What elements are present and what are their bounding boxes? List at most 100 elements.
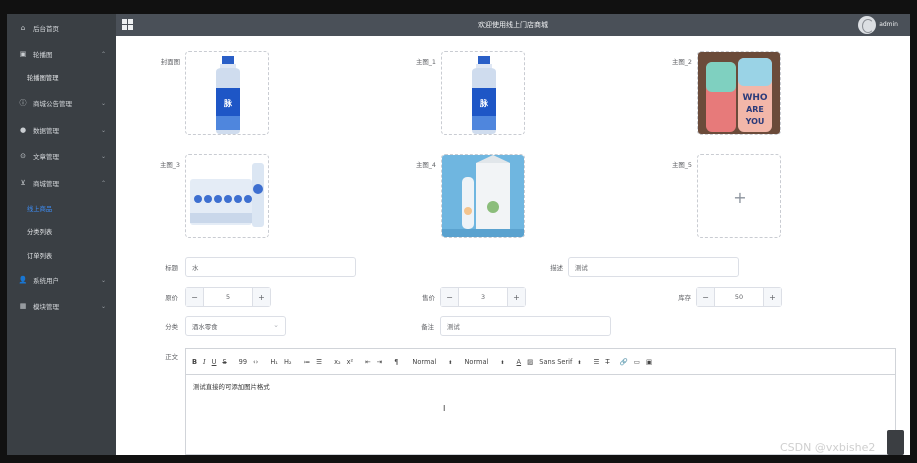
- bullet-list-button[interactable]: ☰: [316, 358, 322, 366]
- direction-button[interactable]: ¶: [394, 358, 398, 366]
- font-picker-value: Sans Serif: [539, 357, 573, 366]
- sale-value[interactable]: 3: [459, 293, 507, 301]
- chevron-down-icon: ⌄: [100, 126, 106, 134]
- main3-label: 主图_3: [159, 161, 180, 169]
- sidebar-subitem-categories[interactable]: 分类列表: [7, 220, 116, 242]
- font-picker[interactable]: Sans Serif ⬍: [539, 358, 581, 366]
- stock-value[interactable]: 50: [715, 293, 763, 301]
- remark-label: 备注: [421, 323, 434, 331]
- decrement-button[interactable]: −: [697, 288, 715, 306]
- bold-button[interactable]: B: [192, 358, 197, 366]
- image-icon: ▣: [19, 50, 27, 58]
- remark-input[interactable]: 测试: [440, 316, 611, 336]
- plus-icon: +: [733, 187, 747, 207]
- main1-label: 主图_1: [415, 58, 436, 66]
- code-button[interactable]: ‹›: [253, 358, 258, 366]
- sidebar-item-mall[interactable]: ⊻ 商城管理 ⌃: [7, 171, 116, 195]
- price-value[interactable]: 5: [204, 293, 252, 301]
- chevron-down-icon: ⌄: [100, 152, 106, 160]
- increment-button[interactable]: +: [252, 288, 270, 306]
- size-picker-value: Normal: [464, 357, 489, 366]
- main3-upload[interactable]: [185, 154, 269, 238]
- h1-button[interactable]: H₁: [270, 358, 278, 366]
- decrement-button[interactable]: −: [441, 288, 459, 306]
- username[interactable]: admin: [879, 21, 898, 28]
- decrement-button[interactable]: −: [186, 288, 204, 306]
- sidebar-item-modules[interactable]: ▦ 模块管理 ⌄: [7, 294, 116, 318]
- main2-label: 主图_2: [671, 58, 692, 66]
- video-icon[interactable]: ▣: [646, 358, 652, 366]
- stock-stepper[interactable]: − 50 +: [696, 287, 782, 307]
- price-stepper[interactable]: − 5 +: [185, 287, 271, 307]
- water-bottle-image: 脉: [216, 56, 240, 134]
- editor-toolbar: B I U S 99 ‹› H₁ H₂ ≔ ☰ x₂ x² ⇤ ⇥ ¶ Norm…: [186, 349, 895, 375]
- cover-label: 封面图: [160, 58, 180, 66]
- increment-button[interactable]: +: [507, 288, 525, 306]
- price-label: 原价: [165, 294, 178, 302]
- outdent-button[interactable]: ⇤: [365, 358, 371, 366]
- main4-label: 主图_4: [415, 161, 436, 169]
- italic-button[interactable]: I: [203, 358, 206, 366]
- image-icon[interactable]: ▭: [634, 358, 640, 366]
- quote-button[interactable]: 99: [239, 358, 247, 366]
- cover-upload[interactable]: 脉: [185, 51, 269, 135]
- desc-label: 描述: [550, 264, 563, 272]
- sidebar-subitem-carousel-manage[interactable]: 轮播图管理: [7, 66, 116, 88]
- sidebar: ⌂ 后台首页 ▣ 轮播图 ⌃ 轮播图管理 ⓘ 商城公告管理 ⌄ ● 数据管理 ⌄…: [7, 14, 116, 455]
- category-select[interactable]: 酒水零食 ⌄: [185, 316, 286, 336]
- stock-label: 库存: [678, 294, 691, 302]
- clean-format-button[interactable]: T̶: [605, 358, 609, 366]
- highlight-button[interactable]: ▨: [527, 358, 533, 366]
- ordered-list-button[interactable]: ≔: [304, 358, 311, 366]
- watermark: CSDN @vxbishe2: [780, 441, 876, 454]
- chevron-down-icon: ⌄: [100, 276, 106, 284]
- sidebar-item-users[interactable]: 👤 系统用户 ⌄: [7, 268, 116, 292]
- indent-button[interactable]: ⇥: [377, 358, 383, 366]
- content-label: 正文: [165, 353, 178, 361]
- product-form: 封面图 脉 主图_1 脉 主图_2 WHO ARE YOU 主图_3 主图_4 …: [116, 36, 910, 455]
- main4-upload[interactable]: [441, 154, 525, 238]
- sidebar-item-article[interactable]: ⊙ 文章管理 ⌄: [7, 144, 116, 168]
- h2-button[interactable]: H₂: [284, 358, 292, 366]
- title-input[interactable]: 水: [185, 257, 356, 277]
- sidebar-item-label: 轮播图: [33, 51, 53, 59]
- main5-upload[interactable]: +: [697, 154, 781, 238]
- svg-text:WHO: WHO: [742, 93, 767, 103]
- sidebar-subitem-label: 线上商品: [27, 205, 53, 213]
- colorful-bottles-image: WHO ARE YOU: [698, 52, 780, 134]
- size-picker[interactable]: Normal ⬍: [464, 358, 504, 366]
- water-bottle-image: 脉: [472, 56, 496, 134]
- sale-stepper[interactable]: − 3 +: [440, 287, 526, 307]
- sidebar-item-label: 模块管理: [33, 303, 59, 311]
- milk-carton-image: [442, 155, 524, 237]
- header-picker[interactable]: Normal ⬍: [412, 358, 452, 366]
- editor-content[interactable]: 测试直接的可添加图片格式: [193, 382, 270, 391]
- font-color-button[interactable]: A: [517, 358, 522, 366]
- sidebar-item-notice[interactable]: ⓘ 商城公告管理 ⌄: [7, 91, 116, 115]
- chevron-down-icon: ⌄: [100, 99, 106, 107]
- increment-button[interactable]: +: [763, 288, 781, 306]
- link-icon[interactable]: 🔗: [620, 358, 628, 366]
- sidebar-subitem-products[interactable]: 线上商品: [7, 197, 116, 219]
- main1-upload[interactable]: 脉: [441, 51, 525, 135]
- sale-label: 售价: [422, 294, 435, 302]
- sidebar-item-carousel[interactable]: ▣ 轮播图 ⌃: [7, 42, 116, 66]
- sidebar-item-label: 后台首页: [33, 25, 59, 33]
- sidebar-item-home[interactable]: ⌂ 后台首页: [7, 16, 116, 40]
- svg-text:脉: 脉: [479, 98, 489, 108]
- rich-text-editor[interactable]: B I U S 99 ‹› H₁ H₂ ≔ ☰ x₂ x² ⇤ ⇥ ¶ Norm…: [185, 348, 896, 455]
- chevron-up-icon: ⌃: [100, 50, 106, 58]
- sidebar-subitem-orders[interactable]: 订单列表: [7, 244, 116, 266]
- main2-upload[interactable]: WHO ARE YOU: [697, 51, 781, 135]
- align-button[interactable]: ☰: [594, 358, 600, 366]
- avatar[interactable]: [858, 16, 876, 34]
- desc-input[interactable]: 测试: [568, 257, 739, 277]
- subscript-button[interactable]: x₂: [334, 358, 341, 366]
- corner-button[interactable]: [887, 430, 904, 455]
- chevron-down-icon: ⌄: [100, 302, 106, 310]
- page-title: 欢迎使用线上门店商城: [478, 21, 548, 29]
- strike-button[interactable]: S: [222, 358, 226, 366]
- underline-button[interactable]: U: [212, 358, 217, 366]
- superscript-button[interactable]: x²: [347, 358, 354, 366]
- sidebar-item-data[interactable]: ● 数据管理 ⌄: [7, 118, 116, 142]
